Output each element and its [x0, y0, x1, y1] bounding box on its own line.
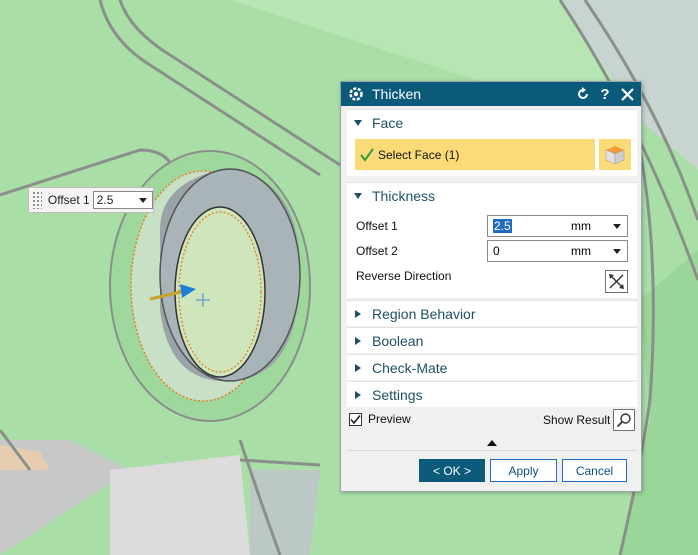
collapse-dialog-arrow-icon[interactable]	[487, 440, 497, 446]
close-icon[interactable]	[619, 85, 635, 103]
face-section-title: Face	[372, 114, 404, 131]
check-mate-section[interactable]: Check-Mate	[347, 354, 637, 380]
floor-grey-center	[110, 455, 250, 555]
thickness-section-header[interactable]: Thickness	[347, 183, 637, 208]
apply-button[interactable]: Apply	[490, 459, 557, 482]
face-selector-button[interactable]	[599, 139, 631, 170]
dialog-titlebar[interactable]: Thicken ?	[341, 82, 641, 106]
offset1-label: Offset 1	[356, 219, 398, 233]
thickness-section: Thickness Offset 1 2.5 mm Offset 2 0 mm …	[347, 182, 637, 298]
chevron-down-icon	[139, 198, 147, 203]
dialog-title: Thicken	[372, 86, 422, 102]
offset1-input[interactable]: 2.5 mm	[487, 215, 628, 237]
triangle-down-icon	[354, 119, 362, 126]
region-behavior-title: Region Behavior	[372, 305, 476, 322]
check-mate-title: Check-Mate	[372, 359, 448, 376]
reverse-direction-button[interactable]	[605, 270, 628, 293]
select-face-label: Select Face (1)	[378, 147, 460, 162]
boolean-title: Boolean	[372, 332, 424, 349]
floating-offset-select[interactable]: 2.5	[92, 191, 153, 209]
face-section-header[interactable]: Face	[347, 110, 637, 135]
button-separator	[347, 450, 637, 451]
offset2-label: Offset 2	[356, 244, 398, 258]
offset1-value: 2.5	[493, 219, 512, 233]
offset2-input[interactable]: 0 mm	[487, 240, 628, 262]
boolean-section[interactable]: Boolean	[347, 327, 637, 353]
help-icon[interactable]: ?	[597, 85, 613, 103]
thickness-section-title: Thickness	[372, 187, 436, 204]
triangle-right-icon	[355, 309, 361, 318]
preview-checkbox[interactable]	[349, 412, 362, 426]
triangle-right-icon	[355, 336, 361, 345]
show-result-button[interactable]	[613, 409, 636, 431]
floor-grey-right	[250, 470, 320, 555]
triangle-down-icon	[354, 192, 362, 199]
magnifier-icon	[617, 413, 632, 428]
reverse-direction-icon	[609, 274, 624, 289]
settings-section[interactable]: Settings	[347, 381, 637, 407]
ok-button[interactable]: < OK >	[419, 459, 485, 482]
cancel-button[interactable]: Cancel	[562, 459, 627, 482]
checkmark-icon	[350, 414, 361, 424]
checkmark-icon	[360, 147, 374, 162]
settings-title: Settings	[372, 386, 423, 403]
chevron-down-icon[interactable]	[613, 224, 621, 229]
show-result-label: Show Result	[543, 413, 611, 427]
thicken-dialog: Thicken ? Face Select Face (1) Thickness…	[340, 81, 642, 492]
offset1-unit: mm	[571, 219, 591, 233]
triangle-right-icon	[355, 390, 361, 399]
floating-offset-label: Offset 1	[47, 193, 90, 207]
floating-offset-widget: Offset 1 2.5	[28, 187, 154, 213]
offset2-value: 0	[493, 244, 500, 258]
offset2-unit: mm	[571, 244, 591, 258]
drag-grip-icon[interactable]	[32, 191, 42, 209]
select-face-field[interactable]: Select Face (1)	[355, 139, 595, 170]
floating-offset-value: 2.5	[96, 193, 114, 207]
reset-icon[interactable]	[575, 85, 591, 103]
triangle-right-icon	[355, 363, 361, 372]
preview-label: Preview	[368, 412, 411, 426]
face-section: Face Select Face (1)	[347, 109, 637, 176]
reverse-direction-label: Reverse Direction	[356, 269, 452, 283]
gear-icon	[349, 87, 363, 101]
cube-face-icon	[605, 145, 625, 164]
region-behavior-section[interactable]: Region Behavior	[347, 300, 637, 326]
chevron-down-icon[interactable]	[613, 249, 621, 254]
